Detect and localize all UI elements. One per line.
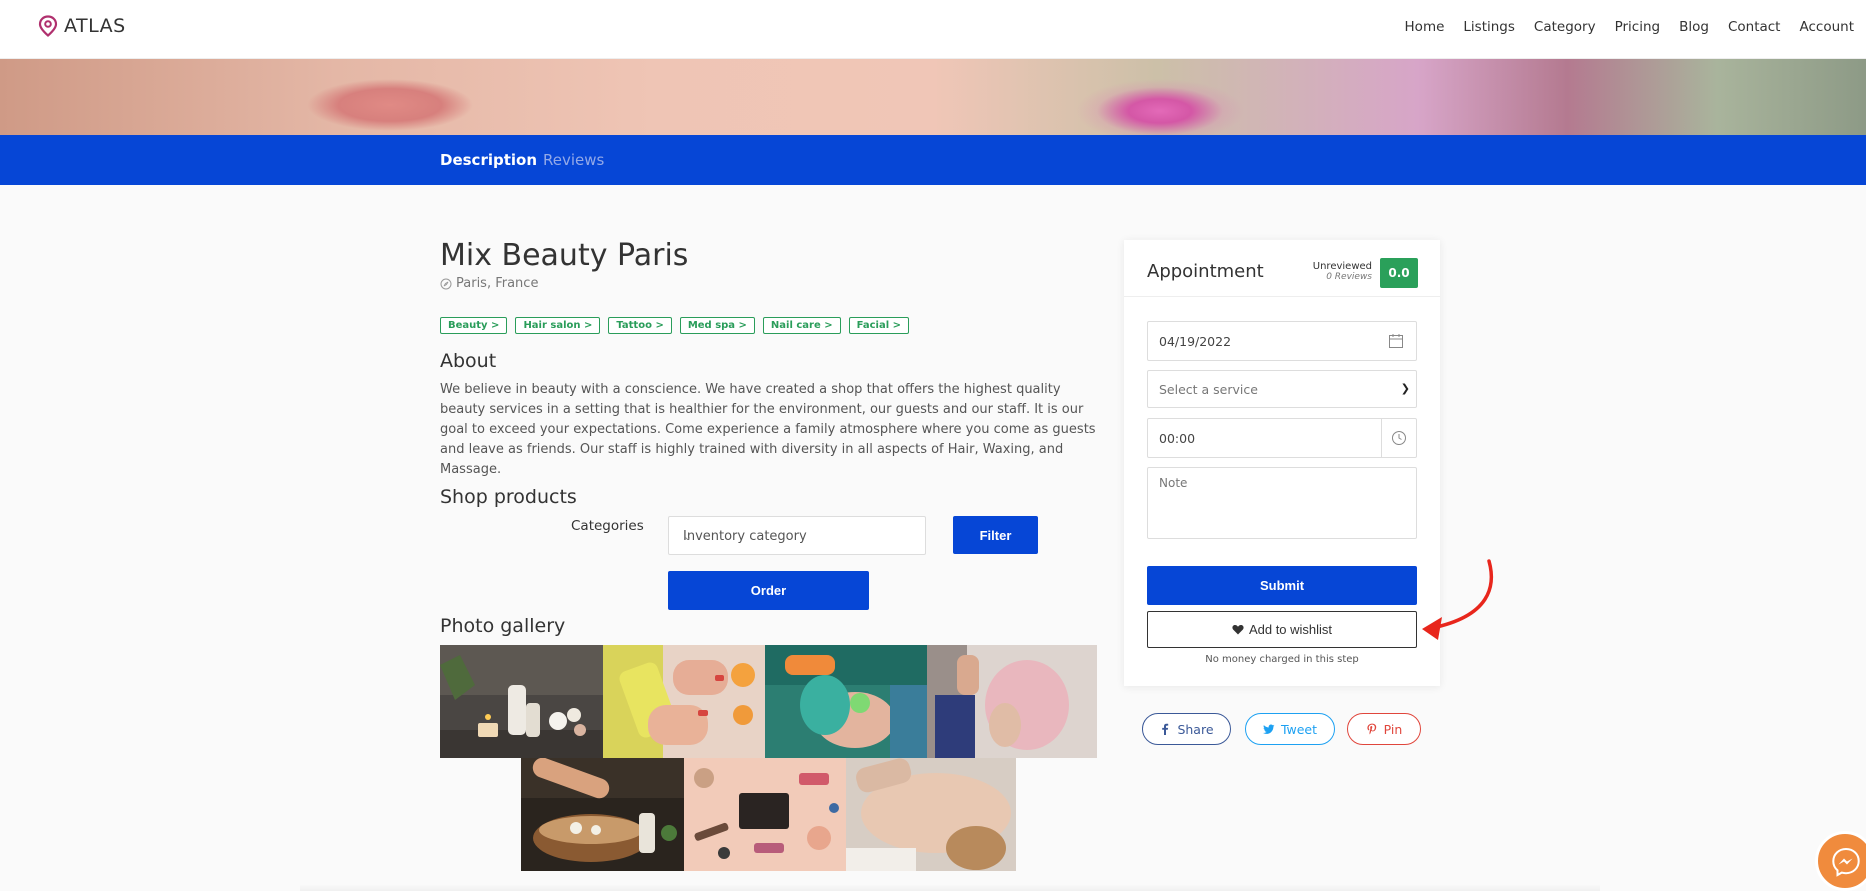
twitter-icon	[1262, 724, 1275, 734]
listing-title: Mix Beauty Paris	[440, 238, 689, 273]
nav-pricing[interactable]: Pricing	[1615, 19, 1661, 35]
gallery-photo-spa-candles[interactable]	[440, 645, 603, 758]
hero-banner-image	[0, 59, 1866, 135]
pinterest-icon	[1367, 723, 1376, 735]
gallery-photo-manicure[interactable]	[603, 645, 765, 758]
review-status: Unreviewed	[1312, 261, 1372, 272]
filter-button[interactable]: Filter	[953, 516, 1038, 554]
tag-hair-salon[interactable]: Hair salon >	[515, 317, 601, 334]
appointment-card-header: Appointment Unreviewed 0 Reviews 0.0	[1124, 240, 1440, 297]
twitter-tweet-label: Tweet	[1280, 721, 1318, 737]
time-value: 00:00	[1159, 431, 1196, 446]
appointment-card: Appointment Unreviewed 0 Reviews 0.0 04/…	[1124, 240, 1440, 686]
listing-location: Paris, France	[440, 276, 538, 291]
service-select[interactable]: Select a service ❯	[1147, 370, 1417, 408]
about-heading: About	[440, 350, 497, 372]
pinterest-pin-label: Pin	[1383, 721, 1403, 737]
logo[interactable]: ATLAS	[38, 15, 126, 37]
category-tags: Beauty > Hair salon > Tattoo > Med spa >…	[440, 317, 910, 334]
messenger-chat-button[interactable]	[1815, 831, 1866, 891]
hero-flower-detail	[1050, 59, 1270, 135]
tag-facial[interactable]: Facial >	[848, 317, 910, 334]
time-input[interactable]: 00:00	[1147, 418, 1417, 458]
inventory-category-select[interactable]: Inventory category ⌄	[668, 516, 926, 555]
hero-lips-detail	[270, 59, 510, 135]
nav-listings[interactable]: Listings	[1463, 19, 1515, 35]
time-divider	[1381, 419, 1382, 457]
chevron-down-icon: ❯	[1400, 382, 1410, 395]
top-navbar: ATLAS Home Listings Category Pricing Blo…	[0, 0, 1866, 59]
nav-home[interactable]: Home	[1405, 19, 1445, 35]
about-text: We believe in beauty with a conscience. …	[440, 382, 1096, 477]
add-to-wishlist-button[interactable]: Add to wishlist	[1147, 611, 1417, 648]
twitter-tweet-button[interactable]: Tweet	[1245, 713, 1335, 745]
heart-icon	[1232, 625, 1244, 635]
chevron-down-icon: ⌄	[683, 530, 693, 543]
categories-label: Categories	[571, 518, 644, 534]
service-select-placeholder: Select a service	[1159, 382, 1258, 397]
nav-account[interactable]: Account	[1799, 19, 1854, 35]
review-count: 0 Reviews	[1326, 272, 1372, 282]
pinterest-pin-button[interactable]: Pin	[1347, 713, 1421, 745]
gallery-photo-makeup-flatlay[interactable]	[684, 758, 846, 871]
calendar-icon[interactable]	[1388, 333, 1404, 349]
tag-tattoo[interactable]: Tattoo >	[608, 317, 672, 334]
map-pin-icon	[38, 15, 58, 37]
gallery-photo-hair-styling[interactable]	[927, 645, 1097, 758]
gallery-photo-back-massage[interactable]	[846, 758, 1016, 871]
compass-icon	[440, 278, 452, 289]
rating-score-badge: 0.0	[1380, 258, 1418, 288]
no-charge-note: No money charged in this step	[1205, 654, 1359, 665]
order-button[interactable]: Order	[668, 571, 869, 610]
facebook-icon	[1162, 723, 1169, 735]
note-textarea[interactable]: Note	[1147, 467, 1417, 539]
note-placeholder: Note	[1159, 476, 1188, 490]
review-summary: Unreviewed 0 Reviews	[1313, 261, 1372, 282]
wishlist-label: Add to wishlist	[1248, 622, 1333, 637]
shop-products-heading: Shop products	[440, 486, 577, 508]
main-menu: Home Listings Category Pricing Blog Cont…	[1386, 19, 1854, 35]
tag-beauty[interactable]: Beauty >	[440, 317, 508, 334]
facebook-share-button[interactable]: Share	[1142, 713, 1231, 745]
facebook-share-label: Share	[1177, 721, 1214, 737]
nav-category[interactable]: Category	[1534, 19, 1596, 35]
clock-icon[interactable]	[1391, 430, 1407, 446]
tab-reviews[interactable]: Reviews	[543, 151, 604, 169]
date-value: 04/19/2022	[1159, 334, 1232, 349]
photo-gallery-heading: Photo gallery	[440, 615, 566, 637]
gallery-photo-foot-spa-bowl[interactable]	[521, 758, 684, 871]
annotation-arrow-icon	[1422, 559, 1494, 640]
date-input[interactable]: 04/19/2022	[1147, 321, 1417, 361]
submit-button[interactable]: Submit	[1147, 566, 1417, 605]
tab-description[interactable]: Description	[440, 151, 537, 169]
listing-tab-bar: Description Reviews	[0, 135, 1866, 185]
tag-nail-care[interactable]: Nail care >	[762, 317, 841, 334]
messenger-icon	[1832, 847, 1860, 877]
location-text: Paris, France	[456, 276, 539, 291]
logo-text: ATLAS	[64, 15, 126, 37]
nav-contact[interactable]: Contact	[1728, 19, 1781, 35]
gallery-photo-facial-treatment[interactable]	[765, 645, 927, 758]
tag-med-spa[interactable]: Med spa >	[679, 317, 755, 334]
appointment-title: Appointment	[1147, 261, 1264, 282]
nav-blog[interactable]: Blog	[1679, 19, 1709, 35]
footer-shadow	[300, 884, 1600, 891]
